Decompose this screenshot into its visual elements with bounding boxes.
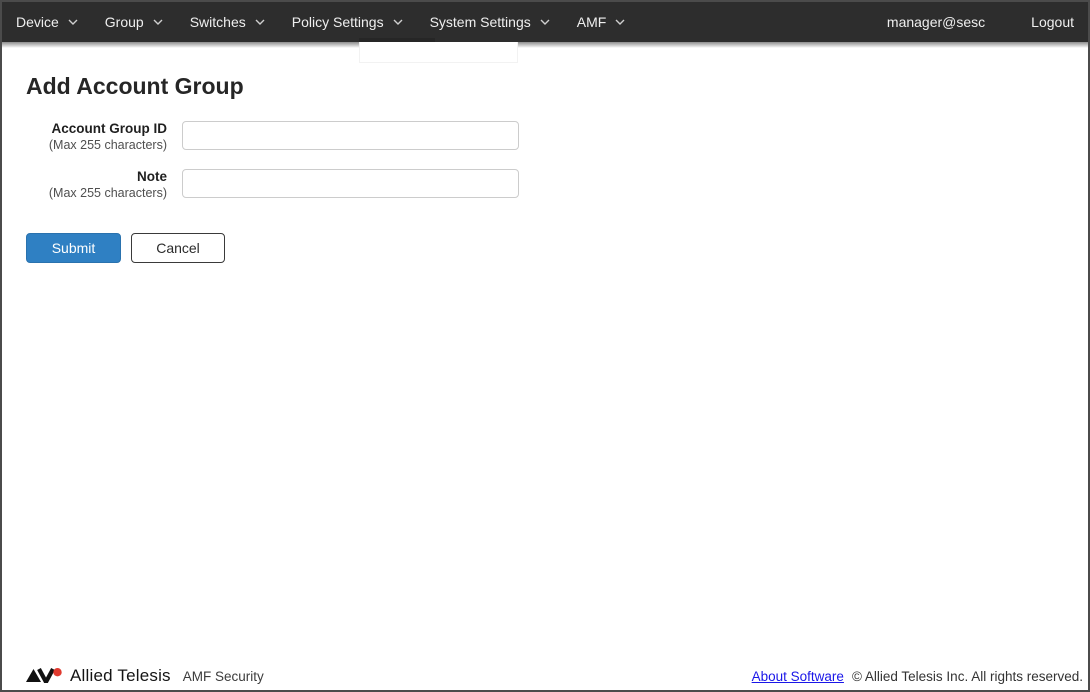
chevron-down-icon (615, 19, 625, 25)
nav-menu-amf[interactable]: AMF (577, 14, 626, 30)
dropdown-remnant-panel (359, 42, 518, 63)
note-label: Note (137, 169, 167, 184)
cancel-button[interactable]: Cancel (131, 233, 225, 263)
about-software-link[interactable]: About Software (752, 669, 844, 684)
logout-button[interactable]: Logout (1031, 14, 1074, 30)
field-label-block: Account Group ID (Max 255 characters) (26, 121, 167, 153)
nav-menu-label: Switches (189, 14, 246, 30)
copyright-text: © Allied Telesis Inc. All rights reserve… (851, 669, 1083, 684)
nav-menu-label: Policy Settings (291, 14, 384, 30)
nav-menu-label: System Settings (429, 14, 531, 30)
footer: Allied Telesis AMF Security About Softwa… (2, 660, 1088, 690)
top-nav: Device Group Switches Policy Settings Sy… (2, 2, 1088, 48)
brand-name: Allied Telesis (70, 666, 171, 685)
nav-menu-label: Group (104, 14, 144, 30)
note-input[interactable] (182, 169, 519, 198)
logged-in-user: manager@sesc (886, 14, 986, 30)
chevron-down-icon (393, 19, 403, 25)
nav-right-group: manager@sesc Logout (887, 14, 1074, 30)
form-buttons: Submit Cancel (26, 233, 225, 263)
note-hint: (Max 255 characters) (48, 186, 167, 200)
account-group-id-hint: (Max 255 characters) (48, 138, 167, 152)
footer-brand-group: Allied Telesis AMF Security (26, 666, 264, 688)
account-group-id-input[interactable] (182, 121, 519, 150)
allied-telesis-logo-icon (26, 668, 63, 688)
product-name: AMF Security (182, 669, 264, 684)
nav-menu-device[interactable]: Device (16, 14, 78, 30)
nav-menu-label: AMF (576, 14, 607, 30)
dropdown-remnant-shadow (359, 38, 435, 42)
account-group-id-label: Account Group ID (51, 121, 168, 136)
nav-menu-system-settings[interactable]: System Settings (430, 14, 550, 30)
nav-menu-policy-settings[interactable]: Policy Settings (292, 14, 403, 30)
field-label-block: Note (Max 255 characters) (26, 169, 167, 201)
page-title: Add Account Group (26, 73, 244, 99)
nav-menu-switches[interactable]: Switches (190, 14, 265, 30)
nav-menu-group[interactable]: Group (105, 14, 163, 30)
app-window: Device Group Switches Policy Settings Sy… (0, 0, 1090, 692)
chevron-down-icon (540, 19, 550, 25)
nav-menu-label: Device (16, 14, 59, 30)
chevron-down-icon (153, 19, 163, 25)
footer-legal-group: About Software © Allied Telesis Inc. All… (752, 669, 1083, 684)
chevron-down-icon (68, 19, 78, 25)
chevron-down-icon (255, 19, 265, 25)
submit-button[interactable]: Submit (26, 233, 121, 263)
